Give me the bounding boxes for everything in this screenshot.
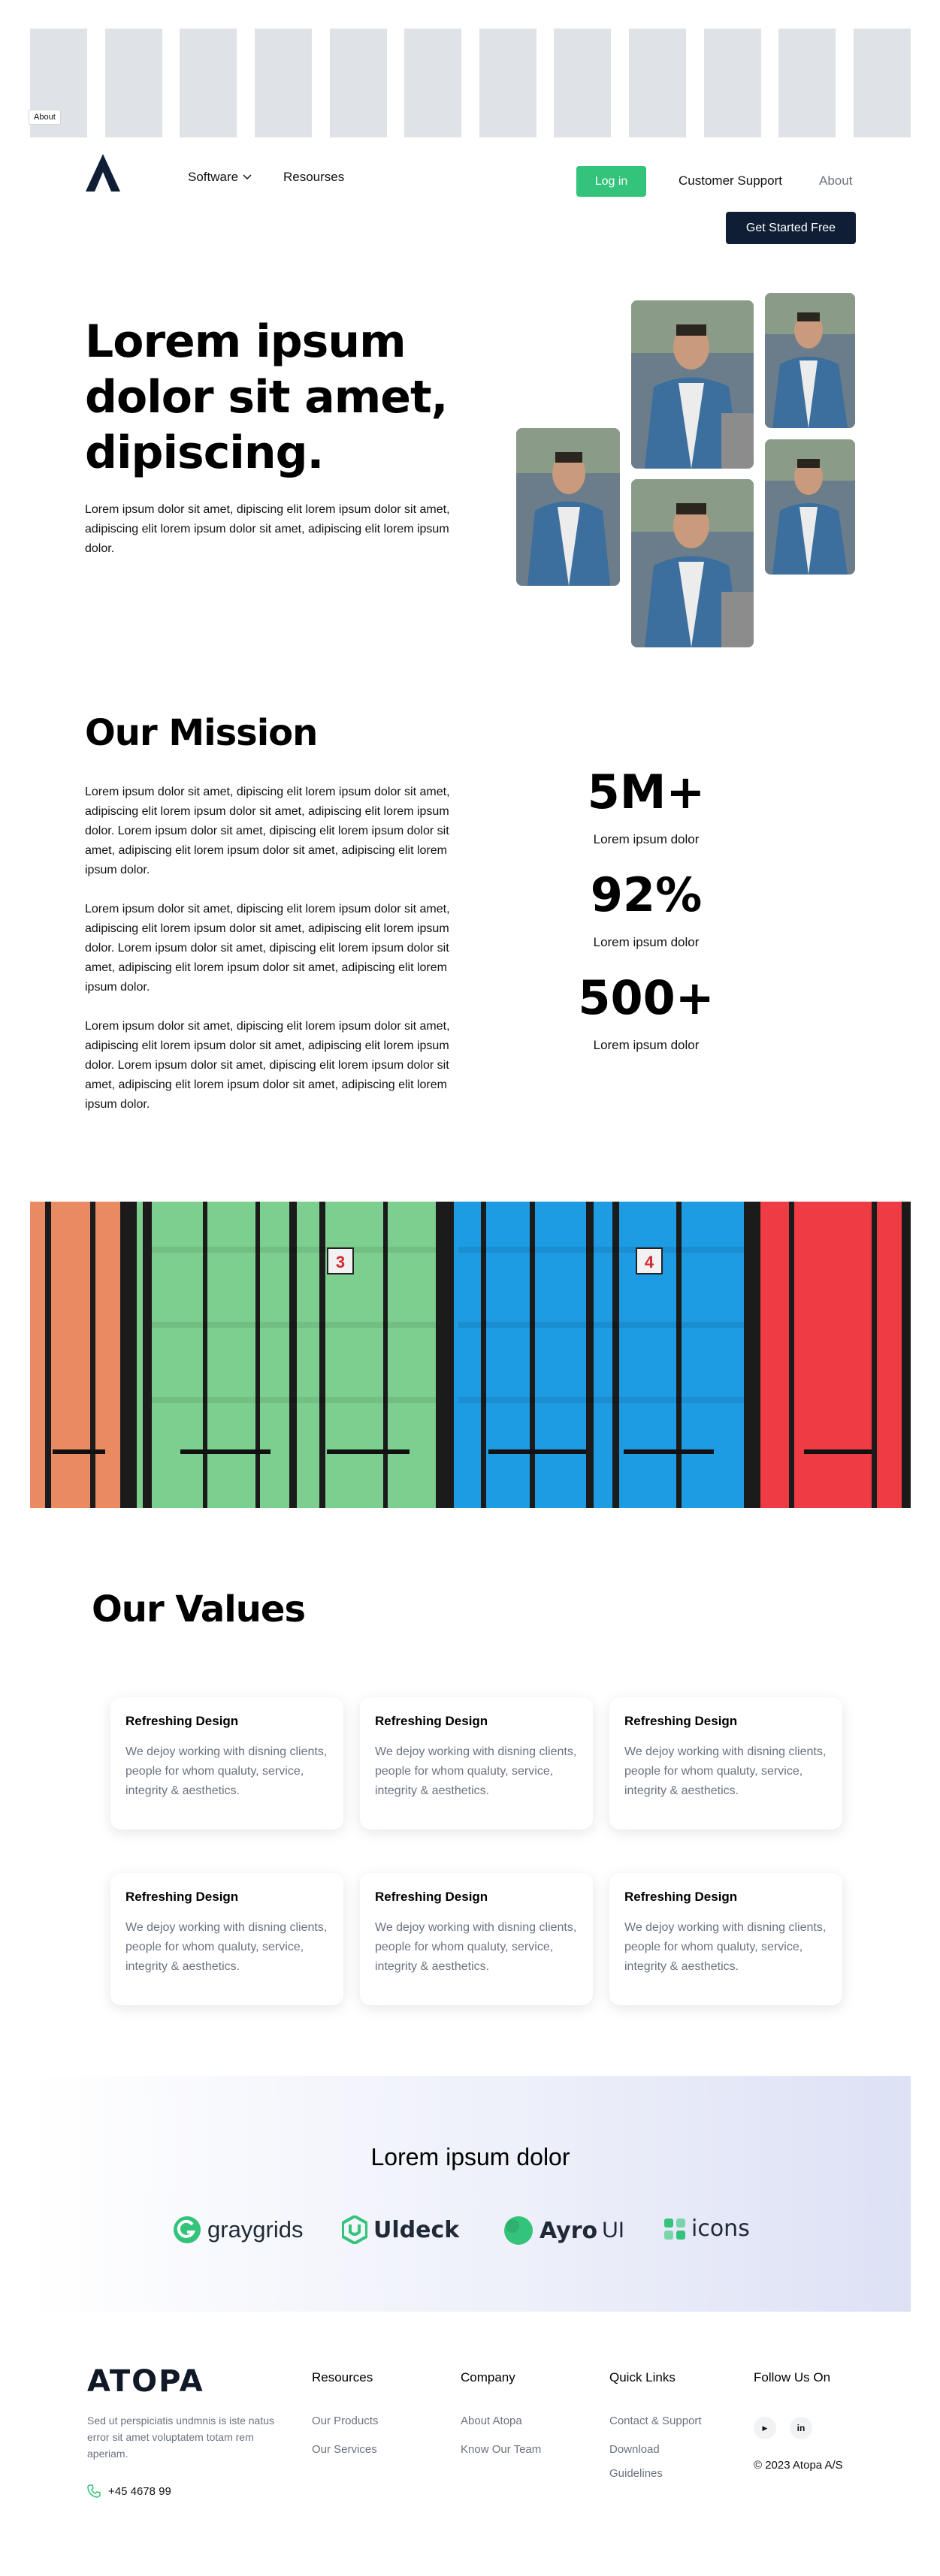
- footer-link[interactable]: About Atopa: [461, 2409, 522, 2433]
- footer-link[interactable]: Our Products: [312, 2409, 378, 2433]
- footer-link[interactable]: Guidelines: [609, 2462, 663, 2486]
- footer-follow-title: Follow Us On: [754, 2370, 831, 2384]
- values-title: Our Values: [92, 1588, 306, 1630]
- stat-label: Lorem ipsum dolor: [593, 1038, 700, 1052]
- nav-resources[interactable]: Resourses: [283, 170, 344, 185]
- value-card-title: Refreshing Design: [375, 1890, 488, 1904]
- value-card-title: Refreshing Design: [624, 1890, 738, 1904]
- value-card: Refreshing Design We dejoy working with …: [609, 1873, 842, 2005]
- hero-photo: [631, 300, 754, 469]
- value-card-desc: We dejoy working with disning clients, p…: [125, 1745, 328, 1797]
- value-card-desc: We dejoy working with disning clients, p…: [624, 1921, 827, 1973]
- nav-about[interactable]: About: [819, 173, 852, 189]
- value-card: Refreshing Design We dejoy working with …: [110, 1697, 343, 1829]
- lineicons-logo-icon: [664, 2218, 685, 2240]
- brand-name: graygrids: [207, 2216, 304, 2243]
- stat-label: Lorem ipsum dolor: [593, 832, 700, 846]
- hero-title: Lorem ipsum dolor sit amet, dipiscing.: [85, 315, 448, 479]
- value-card-desc: We dejoy working with disning clients, p…: [375, 1745, 577, 1797]
- container-number: 3: [336, 1253, 345, 1271]
- footer-link[interactable]: Contact & Support: [609, 2409, 702, 2433]
- brands-title: Lorem ipsum dolor: [370, 2143, 570, 2170]
- grid-column: [778, 29, 836, 137]
- mission-paragraph: Lorem ipsum dolor sit amet, dipiscing el…: [85, 903, 450, 994]
- linkedin-icon[interactable]: in: [790, 2417, 812, 2439]
- value-card: Refreshing Design We dejoy working with …: [110, 1873, 343, 2005]
- stat-block: 5M+ Lorem ipsum dolor: [571, 766, 721, 847]
- grid-column: [629, 29, 686, 137]
- hero-photo: [631, 479, 754, 647]
- uideck-logo-icon: [342, 2216, 367, 2244]
- phone-number: +45 4678 99: [108, 2484, 171, 2498]
- brand-graygrids[interactable]: graygrids: [173, 2216, 304, 2244]
- copyright: © 2023 Atopa A/S: [754, 2459, 843, 2472]
- chevron-down-icon: [243, 174, 252, 180]
- grid-column: [329, 29, 387, 137]
- login-button[interactable]: Log in: [576, 166, 646, 197]
- hero-text: Lorem ipsum dolor sit amet, dipiscing el…: [85, 503, 450, 555]
- grid-column: [404, 29, 462, 137]
- footer-link[interactable]: Know Our Team: [461, 2438, 541, 2462]
- brand-name: icons: [691, 2216, 750, 2242]
- mission-title: Our Mission: [85, 712, 318, 754]
- brand-name: Uldeck: [373, 2216, 460, 2243]
- value-card-desc: We dejoy working with disning clients, p…: [375, 1921, 577, 1973]
- value-card-title: Refreshing Design: [624, 1714, 738, 1728]
- footer-link[interactable]: Download: [609, 2438, 660, 2462]
- value-card: Refreshing Design We dejoy working with …: [360, 1697, 593, 1829]
- value-card: Refreshing Design We dejoy working with …: [360, 1873, 593, 2005]
- graygrids-logo-icon: [174, 2216, 201, 2243]
- grid-column: [254, 29, 312, 137]
- nav-software-label: Software: [188, 170, 239, 184]
- brand-uideck[interactable]: Uldeck: [342, 2216, 459, 2244]
- stat-label: Lorem ipsum dolor: [593, 935, 700, 949]
- hero-photo: [765, 293, 855, 428]
- get-started-button[interactable]: Get Started Free: [726, 212, 856, 244]
- footer-link[interactable]: Our Services: [312, 2438, 377, 2462]
- grid-column: [104, 29, 162, 137]
- grid-column: [180, 29, 237, 137]
- stat-block: 92% Lorem ipsum dolor: [571, 869, 721, 950]
- stat-value: 92%: [590, 867, 703, 922]
- brand-lineicons[interactable]: icons: [664, 2216, 750, 2242]
- value-card-desc: We dejoy working with disning clients, p…: [624, 1745, 827, 1797]
- about-badge: About: [29, 110, 61, 125]
- youtube-icon[interactable]: ▶: [754, 2417, 776, 2439]
- brand-name-light: UI: [602, 2218, 625, 2243]
- ayro-logo-icon: [504, 2216, 533, 2245]
- brand-ayro-ui[interactable]: Ayro UI: [503, 2216, 624, 2246]
- brand-name-bold: Ayro: [540, 2217, 598, 2244]
- mission-paragraph: Lorem ipsum dolor sit amet, dipiscing el…: [85, 786, 450, 876]
- stat-block: 500+ Lorem ipsum dolor: [571, 972, 721, 1053]
- value-card-title: Refreshing Design: [125, 1890, 239, 1904]
- value-card-desc: We dejoy working with disning clients, p…: [125, 1921, 328, 1973]
- footer-logo[interactable]: ATOPA: [87, 2364, 204, 2399]
- value-card: Refreshing Design We dejoy working with …: [609, 1697, 842, 1829]
- layout-column-grid: [30, 29, 911, 137]
- value-card-title: Refreshing Design: [125, 1714, 239, 1728]
- atopa-logo-icon[interactable]: [86, 154, 120, 192]
- brands-section: Lorem ipsum dolor graygrids Uldeck Ayro …: [30, 2076, 911, 2312]
- nav-software[interactable]: Software: [188, 170, 252, 185]
- footer-col-title: Company: [461, 2370, 515, 2384]
- value-card-title: Refreshing Design: [375, 1714, 488, 1728]
- footer-col-title: Quick Links: [609, 2370, 676, 2384]
- hero-photo: [516, 428, 620, 586]
- grid-column: [554, 29, 612, 137]
- container-number: 4: [645, 1253, 654, 1271]
- containers-image: 3 4: [30, 1202, 911, 1508]
- footer-phone[interactable]: +45 4678 99: [87, 2484, 171, 2498]
- footer-description: Sed ut perspiciatis undmnis is iste natu…: [87, 2415, 275, 2460]
- hero-photo: [765, 439, 855, 575]
- phone-icon: [87, 2484, 101, 2498]
- grid-column: [479, 29, 536, 137]
- stat-value: 5M+: [587, 765, 706, 819]
- nav-customer-support[interactable]: Customer Support: [679, 173, 782, 189]
- stat-value: 500+: [578, 970, 715, 1025]
- mission-paragraph: Lorem ipsum dolor sit amet, dipiscing el…: [85, 1020, 450, 1111]
- grid-column: [703, 29, 761, 137]
- footer-col-title: Resources: [312, 2370, 373, 2384]
- grid-column: [853, 29, 911, 137]
